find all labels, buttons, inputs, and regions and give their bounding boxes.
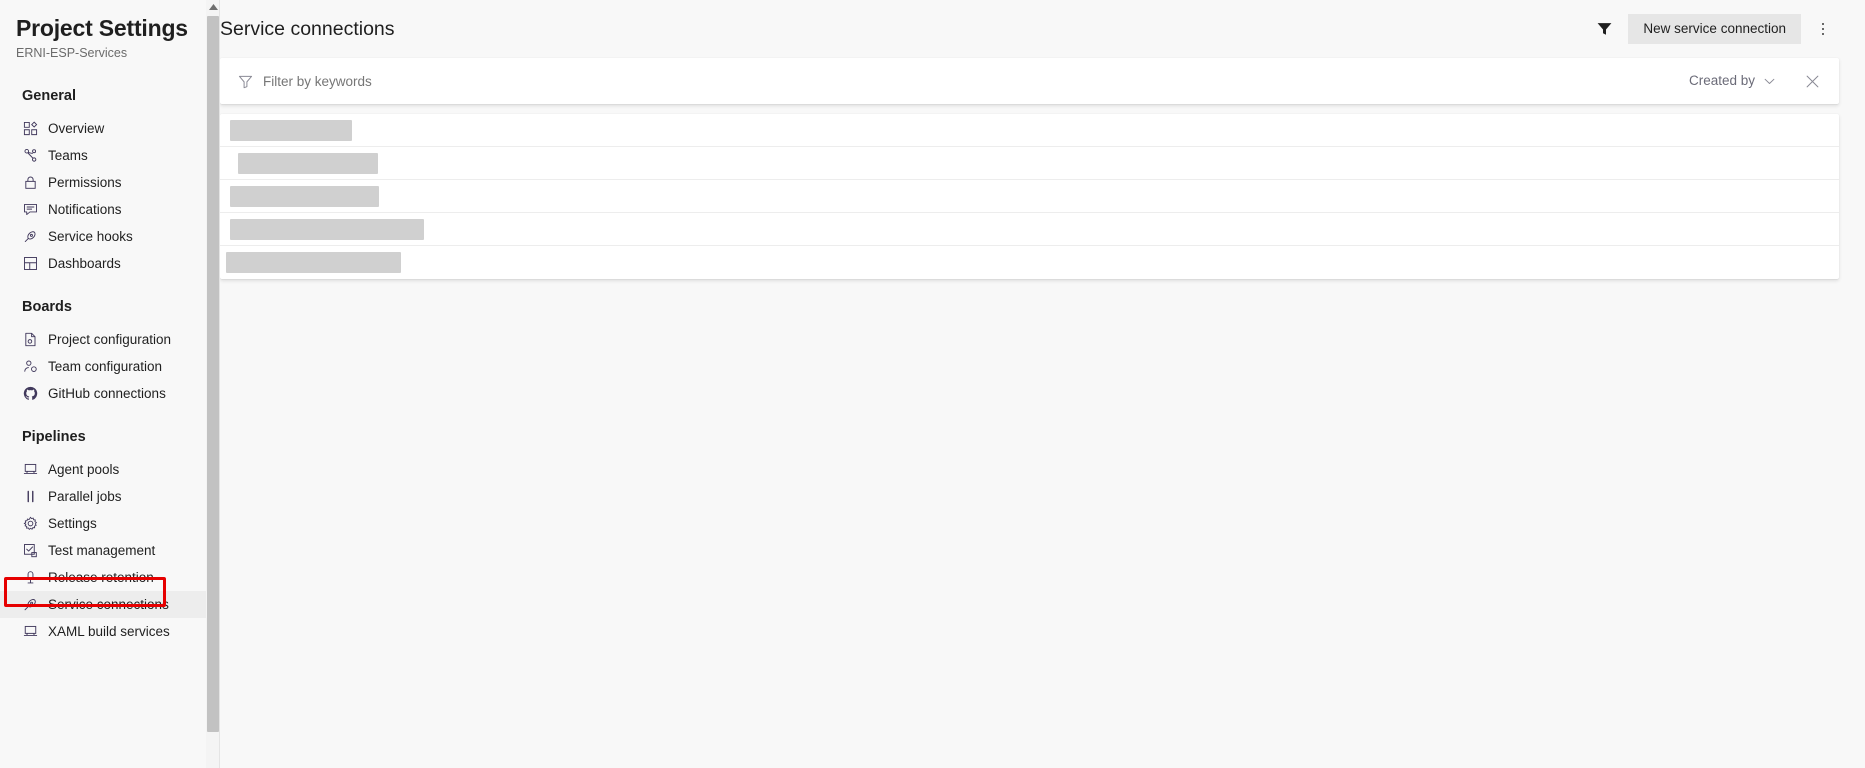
dashboards-icon — [22, 255, 39, 272]
sidebar-item-agent-pools[interactable]: Agent pools — [0, 456, 220, 483]
skeleton-placeholder-bar — [230, 119, 352, 141]
nav-group-general: General Overview Teams Permissions Notificat… — [0, 87, 220, 277]
test-management-icon — [22, 542, 39, 559]
filter-icon[interactable] — [1588, 13, 1620, 45]
sidebar-item-label: Agent pools — [48, 462, 120, 477]
sidebar-item-parallel-jobs[interactable]: Parallel jobs — [0, 483, 220, 510]
sidebar-item-label: Settings — [48, 516, 97, 531]
sidebar-item-label: Release retention — [48, 570, 154, 585]
service-connections-list-loading — [220, 114, 1839, 279]
sidebar-item-xaml-build-services[interactable]: XAML build services — [0, 618, 220, 645]
sidebar-item-project-configuration[interactable]: Project configuration — [0, 326, 220, 353]
sidebar-item-label: Dashboards — [48, 256, 121, 271]
sidebar-header: Project Settings ERNI-ESP-Services — [0, 0, 220, 61]
content-title: Service connections — [220, 18, 395, 40]
settings-sidebar: Project Settings ERNI-ESP-Services Gener… — [0, 0, 220, 768]
sidebar-item-label: Parallel jobs — [48, 489, 122, 504]
table-row — [220, 246, 1839, 279]
notification-icon — [22, 201, 39, 218]
sidebar-item-label: Teams — [48, 148, 88, 163]
filter-bar: Created by — [220, 58, 1839, 104]
app-root: Project Settings ERNI-ESP-Services Gener… — [0, 0, 1865, 768]
sidebar-item-label: XAML build services — [48, 624, 170, 639]
sidebar-item-settings[interactable]: Settings — [0, 510, 220, 537]
search-input[interactable] — [263, 73, 1683, 89]
sidebar-item-overview[interactable]: Overview — [0, 115, 220, 142]
sidebar-item-label: Overview — [48, 121, 105, 136]
sidebar-item-dashboards[interactable]: Dashboards — [0, 250, 220, 277]
sidebar-item-label: Team configuration — [48, 359, 163, 374]
sidebar-item-label: GitHub connections — [48, 386, 166, 401]
scroll-up-arrow-icon[interactable] — [206, 0, 220, 14]
lock-icon — [22, 174, 39, 191]
skeleton-placeholder-bar — [230, 185, 379, 207]
sidebar-scrollbar-thumb[interactable] — [207, 16, 219, 732]
table-row — [220, 180, 1839, 213]
table-row — [220, 147, 1839, 180]
nav-group-title: General — [22, 88, 76, 104]
xaml-build-icon — [22, 623, 39, 640]
parallel-jobs-icon — [22, 488, 39, 505]
sidebar-item-team-configuration[interactable]: Team configuration — [0, 353, 220, 380]
nav-group-title: Boards — [22, 299, 72, 315]
page-title: Project Settings — [16, 15, 188, 41]
sidebar-item-teams[interactable]: Teams — [0, 142, 220, 169]
sidebar-item-notifications[interactable]: Notifications — [0, 196, 220, 223]
project-config-icon — [22, 331, 39, 348]
sidebar-item-github-connections[interactable]: GitHub connections — [0, 380, 220, 407]
service-hooks-icon — [22, 228, 39, 245]
close-icon[interactable] — [1799, 68, 1825, 94]
skeleton-placeholder-bar — [230, 218, 424, 240]
table-row — [220, 114, 1839, 147]
table-row — [220, 213, 1839, 246]
sidebar-item-label: Service hooks — [48, 229, 133, 244]
agent-pools-icon — [22, 461, 39, 478]
sidebar-divider — [219, 0, 220, 768]
service-connections-icon — [22, 596, 39, 613]
sidebar-scrollbar[interactable] — [206, 0, 220, 768]
project-name: ERNI-ESP-Services — [16, 46, 128, 60]
created-by-label: Created by — [1688, 73, 1755, 88]
main-content: Service connections New service connecti… — [220, 0, 1865, 768]
content-header: Service connections New service connecti… — [220, 0, 1865, 58]
created-by-dropdown[interactable]: Created by — [1683, 72, 1781, 90]
more-vertical-icon[interactable] — [1807, 13, 1839, 45]
sidebar-item-service-hooks[interactable]: Service hooks — [0, 223, 220, 250]
nav-group-pipelines: Pipelines Agent pools Parallel jobs Setting… — [0, 428, 220, 645]
sidebar-item-label: Service connections — [48, 597, 169, 612]
github-icon — [22, 385, 39, 402]
new-service-connection-button[interactable]: New service connection — [1628, 14, 1801, 44]
sidebar-item-service-connections[interactable]: Service connections — [0, 591, 220, 618]
funnel-icon — [238, 74, 253, 89]
sidebar-item-release-retention[interactable]: Release retention — [0, 564, 220, 591]
skeleton-placeholder-bar — [226, 252, 401, 273]
chevron-down-icon — [1764, 78, 1775, 85]
nav-group-title: Pipelines — [22, 429, 86, 445]
gear-icon — [22, 515, 39, 532]
team-config-icon — [22, 358, 39, 375]
overview-icon — [22, 120, 39, 137]
sidebar-nav: General Overview Teams Permissions Notificat… — [0, 87, 220, 645]
skeleton-placeholder-bar — [238, 152, 378, 174]
release-retention-icon — [22, 569, 39, 586]
sidebar-item-label: Project configuration — [48, 332, 172, 347]
content-area: Created by — [220, 58, 1865, 279]
sidebar-item-label: Test management — [48, 543, 156, 558]
sidebar-item-label: Permissions — [48, 175, 122, 190]
keyword-filter-group[interactable] — [238, 58, 1683, 104]
sidebar-item-test-management[interactable]: Test management — [0, 537, 220, 564]
teams-icon — [22, 147, 39, 164]
sidebar-item-permissions[interactable]: Permissions — [0, 169, 220, 196]
sidebar-item-label: Notifications — [48, 202, 122, 217]
header-actions: New service connection — [1588, 13, 1839, 45]
nav-group-boards: Boards Project configuration Team configur… — [0, 298, 220, 407]
